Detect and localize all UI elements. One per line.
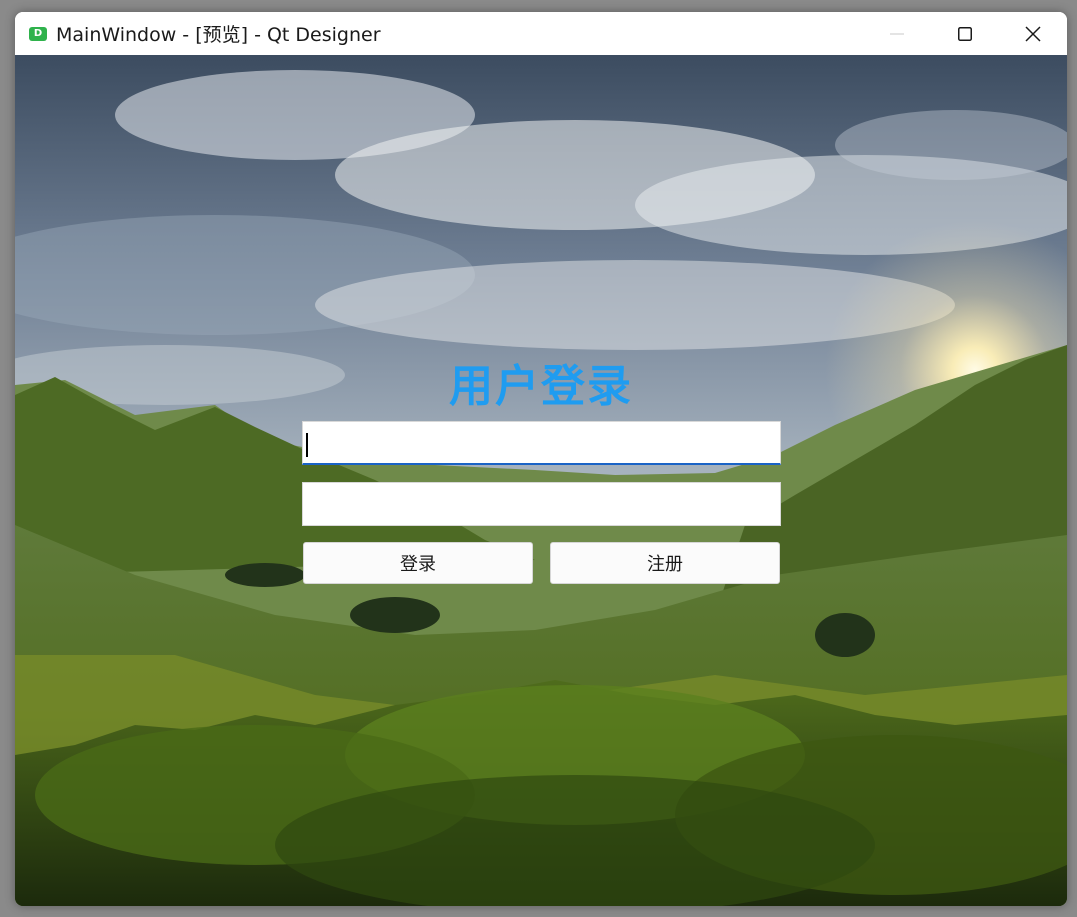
title-bar[interactable]: D MainWindow - [预览] - Qt Designer <box>15 12 1067 55</box>
qt-designer-app-icon: D <box>29 26 47 41</box>
login-heading: 用户登录 <box>449 361 633 412</box>
window-title: MainWindow - [预览] - Qt Designer <box>56 24 381 46</box>
main-window: D MainWindow - [预览] - Qt Designer 用户登录 登… <box>15 12 1067 906</box>
maximize-icon <box>958 26 972 41</box>
text-cursor <box>306 433 308 457</box>
background-landscape-image <box>15 55 1067 906</box>
close-button[interactable] <box>999 12 1067 55</box>
close-icon <box>1025 25 1041 42</box>
maximize-button[interactable] <box>931 12 999 55</box>
username-input[interactable] <box>302 421 781 465</box>
central-widget: 用户登录 登录 注册 <box>15 55 1067 906</box>
minimize-icon <box>890 33 904 34</box>
register-button[interactable]: 注册 <box>550 542 780 584</box>
password-input[interactable] <box>302 482 781 526</box>
minimize-button[interactable] <box>863 12 931 55</box>
window-controls <box>863 12 1067 55</box>
login-button[interactable]: 登录 <box>303 542 533 584</box>
